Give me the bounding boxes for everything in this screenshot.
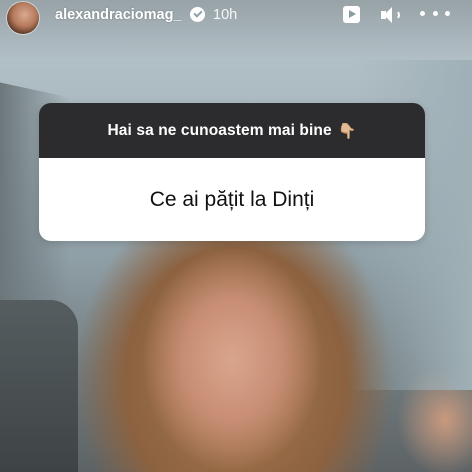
post-time: 10h bbox=[213, 7, 238, 23]
avatar[interactable] bbox=[7, 2, 39, 34]
story-header: alexandraciomag_ 10h bbox=[0, 0, 472, 34]
play-icon[interactable] bbox=[343, 6, 360, 23]
prompt-text: Hai sa ne cunoastem mai bine bbox=[107, 121, 332, 139]
username[interactable]: alexandraciomag_ bbox=[55, 7, 182, 23]
question-sticker[interactable]: Hai sa ne cunoastem mai bine 👇🏼 Ce ai pă… bbox=[39, 103, 425, 241]
verified-badge-icon bbox=[190, 7, 205, 22]
airplane-seat bbox=[0, 300, 78, 472]
question-sticker-prompt: Hai sa ne cunoastem mai bine 👇🏼 bbox=[39, 103, 425, 158]
question-sticker-answer: Ce ai pățit la Dinți bbox=[39, 158, 425, 241]
more-options-icon[interactable] bbox=[420, 11, 450, 17]
volume-icon[interactable] bbox=[381, 6, 401, 24]
pointing-down-hand-icon: 👇🏼 bbox=[337, 122, 357, 140]
